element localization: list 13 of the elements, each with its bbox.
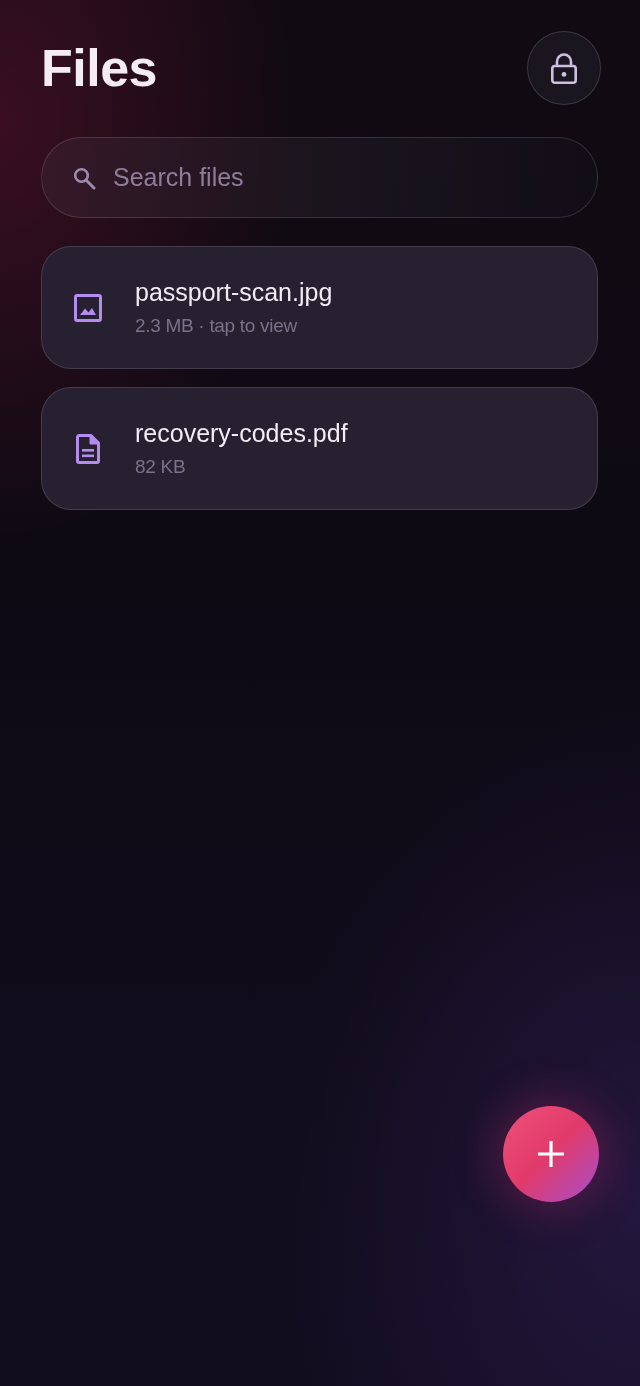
document-icon bbox=[76, 433, 100, 464]
file-name: passport-scan.jpg bbox=[135, 277, 333, 307]
file-details: 82 KB bbox=[135, 455, 187, 479]
page-title: Files bbox=[41, 38, 157, 98]
file-card[interactable]: recovery-codes.pdf 82 KB bbox=[41, 387, 598, 510]
file-name: recovery-codes.pdf bbox=[135, 418, 348, 448]
lock-icon bbox=[551, 52, 577, 84]
image-icon bbox=[74, 293, 102, 322]
file-card[interactable]: passport-scan.jpg 2.3 MB · tap to view bbox=[41, 246, 598, 369]
file-details: 2.3 MB · tap to view bbox=[135, 314, 298, 338]
search-field[interactable]: Search files bbox=[41, 137, 598, 218]
plus-icon bbox=[538, 1141, 564, 1167]
search-icon bbox=[72, 166, 96, 190]
